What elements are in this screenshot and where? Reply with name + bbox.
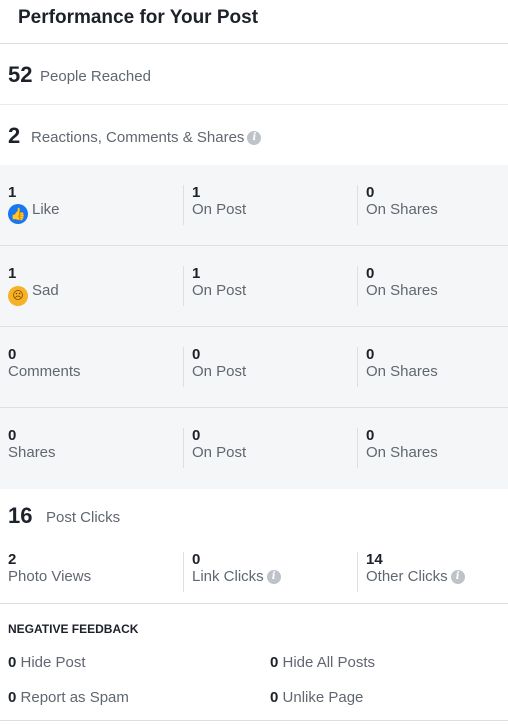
- report-spam-stat: 0 Report as Spam: [8, 689, 129, 706]
- link-clicks-cell: 0 Link Clicks i: [183, 552, 281, 592]
- comments-on-shares-label: On Shares: [366, 363, 438, 380]
- like-on-post-label: On Post: [192, 201, 247, 218]
- reach-value: 52: [8, 62, 33, 87]
- comments-on-post-count: 0: [192, 346, 201, 363]
- hide-all-posts-stat: 0 Hide All Posts: [270, 654, 375, 671]
- other-clicks-count: 14: [366, 551, 383, 568]
- breakdown-row-like: 1 👍 Like 1 On Post 0 On Shares: [0, 165, 508, 246]
- shares-on-post-cell: 0 On Post: [183, 428, 246, 468]
- comments-on-post-label: On Post: [192, 363, 247, 380]
- like-cell: 1 👍 Like: [8, 185, 60, 224]
- shares-on-shares-cell: 0 On Shares: [357, 428, 438, 468]
- shares-on-post-count: 0: [192, 427, 201, 444]
- comments-count: 0: [8, 346, 17, 363]
- link-clicks-label: Link Clicks: [192, 568, 264, 585]
- photo-views-cell: 2 Photo Views: [8, 552, 91, 586]
- breakdown-row-shares: 0 Shares 0 On Post 0 On Shares: [0, 408, 508, 489]
- engagement-row: 2 Reactions, Comments & Shares i: [0, 105, 508, 166]
- shares-count: 0: [8, 427, 17, 444]
- unlike-page-stat: 0 Unlike Page: [270, 689, 363, 706]
- bottom-divider: [0, 720, 508, 721]
- shares-on-shares-label: On Shares: [366, 444, 438, 461]
- comments-on-shares-count: 0: [366, 346, 375, 363]
- like-on-shares-cell: 0 On Shares: [357, 185, 438, 225]
- hide-post-stat: 0 Hide Post: [8, 654, 86, 671]
- like-icon: 👍: [8, 204, 28, 224]
- like-on-shares-label: On Shares: [366, 201, 438, 218]
- hide-post-count: 0: [8, 654, 17, 671]
- info-icon[interactable]: i: [247, 131, 262, 145]
- like-on-post-cell: 1 On Post: [183, 185, 246, 225]
- breakdown-row-comments: 0 Comments 0 On Post 0 On Shares: [0, 327, 508, 408]
- shares-on-shares-count: 0: [366, 427, 375, 444]
- other-clicks-cell: 14 Other Clicks i: [357, 552, 465, 592]
- photo-views-label: Photo Views: [8, 568, 92, 585]
- report-spam-label: Report as Spam: [20, 689, 129, 706]
- post-clicks-value: 16: [8, 503, 33, 528]
- like-on-shares-count: 0: [366, 184, 375, 201]
- negative-feedback-title: NEGATIVE FEEDBACK: [8, 622, 139, 636]
- sad-on-post-count: 1: [192, 265, 201, 282]
- post-clicks-row: 16 Post Clicks: [0, 489, 508, 544]
- shares-on-post-label: On Post: [192, 444, 247, 461]
- breakdown-row-sad: 1 ☹ Sad 1 On Post 0 On Shares: [0, 246, 508, 327]
- page-title: Performance for Your Post: [18, 7, 259, 28]
- comments-on-shares-cell: 0 On Shares: [357, 347, 438, 387]
- like-on-post-count: 1: [192, 184, 201, 201]
- comments-label: Comments: [8, 363, 81, 380]
- sad-icon: ☹: [8, 286, 28, 306]
- engagement-label: Reactions, Comments & Shares: [31, 129, 245, 146]
- hide-all-posts-count: 0: [270, 654, 279, 671]
- reach-row: 52 People Reached: [0, 44, 508, 105]
- photo-views-count: 2: [8, 551, 17, 568]
- info-icon[interactable]: i: [450, 570, 465, 584]
- link-clicks-count: 0: [192, 551, 201, 568]
- report-spam-count: 0: [8, 689, 17, 706]
- sad-on-post-label: On Post: [192, 282, 247, 299]
- comments-on-post-cell: 0 On Post: [183, 347, 246, 387]
- sad-label: Sad: [32, 282, 59, 299]
- other-clicks-label: Other Clicks: [366, 568, 448, 585]
- comments-cell: 0 Comments: [8, 347, 81, 381]
- engagement-label-wrap: Reactions, Comments & Shares i: [31, 129, 262, 146]
- sad-on-shares-cell: 0 On Shares: [357, 266, 438, 306]
- like-count: 1: [8, 184, 17, 201]
- unlike-page-count: 0: [270, 689, 279, 706]
- shares-label: Shares: [8, 444, 56, 461]
- reactions-breakdown: 1 👍 Like 1 On Post 0 On Shares 1 ☹ Sad 1 O…: [0, 165, 508, 489]
- post-clicks-label: Post Clicks: [46, 509, 121, 526]
- sad-count: 1: [8, 265, 17, 282]
- hide-all-posts-label: Hide All Posts: [282, 654, 376, 671]
- info-icon[interactable]: i: [266, 570, 281, 584]
- reach-label: People Reached: [40, 68, 151, 85]
- header: Performance for Your Post: [0, 0, 508, 44]
- engagement-value: 2: [8, 123, 21, 148]
- unlike-page-label: Unlike Page: [282, 689, 364, 706]
- sad-on-shares-label: On Shares: [366, 282, 438, 299]
- shares-cell: 0 Shares: [8, 428, 56, 462]
- like-label: Like: [32, 201, 60, 218]
- hide-post-label: Hide Post: [20, 654, 86, 671]
- sad-on-shares-count: 0: [366, 265, 375, 282]
- sad-on-post-cell: 1 On Post: [183, 266, 246, 306]
- clicks-breakdown: 2 Photo Views 0 Link Clicks i 14 Other Cl…: [0, 544, 508, 604]
- sad-cell: 1 ☹ Sad: [8, 266, 59, 306]
